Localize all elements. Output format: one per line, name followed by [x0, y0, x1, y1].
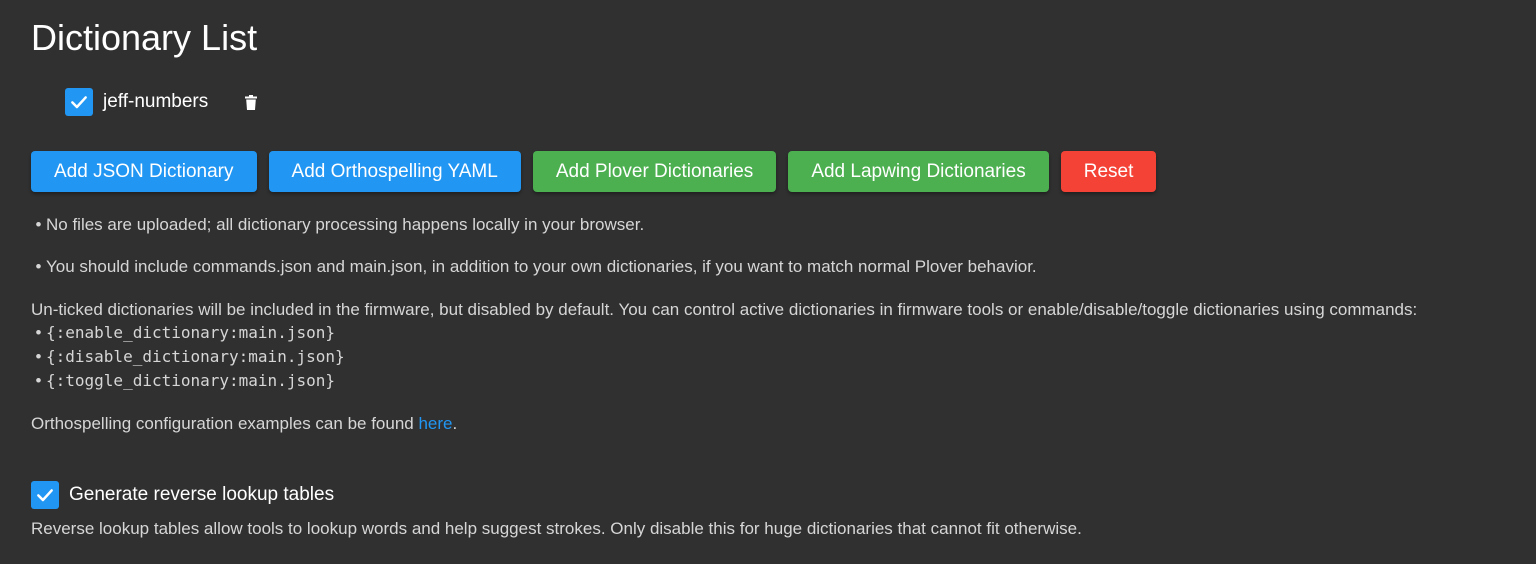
note-include-commands: • You should include commands.json and ma…	[31, 256, 1037, 278]
trash-icon	[245, 94, 258, 110]
reverse-lookup-option: Generate reverse lookup tables	[31, 481, 334, 509]
bullet: •	[35, 215, 42, 234]
dictionary-name: jeff-numbers	[103, 91, 209, 112]
reverse-lookup-checkbox[interactable]	[31, 481, 59, 509]
note-unticked: Un-ticked dictionaries will be included …	[31, 300, 1418, 319]
note-no-upload-text: No files are uploaded; all dictionary pr…	[46, 215, 645, 234]
orthospelling-note-suffix: .	[452, 414, 458, 433]
bullet: •	[35, 347, 42, 366]
command-text: {:enable_dictionary:main.json}	[46, 323, 335, 342]
delete-dictionary-button[interactable]	[244, 94, 258, 110]
page-title: Dictionary List	[31, 17, 258, 58]
orthospelling-examples-link[interactable]: here	[418, 414, 452, 433]
command-item: • {:enable_dictionary:main.json}	[31, 321, 335, 345]
add-orthospelling-yaml-button[interactable]: Add Orthospelling YAML	[268, 151, 521, 192]
add-plover-dictionaries-button[interactable]: Add Plover Dictionaries	[532, 151, 777, 192]
command-text: {:toggle_dictionary:main.json}	[46, 371, 335, 390]
note-include-commands-text: You should include commands.json and mai…	[46, 257, 1037, 276]
check-icon	[71, 96, 87, 109]
orthospelling-note: Orthospelling configuration examples can…	[31, 413, 457, 435]
dictionary-page: Dictionary List jeff-numbers Add JSON Di…	[0, 0, 1536, 564]
bullet: •	[35, 371, 42, 390]
orthospelling-note-prefix: Orthospelling configuration examples can…	[31, 414, 419, 433]
bullet: •	[35, 323, 42, 342]
add-json-dictionary-button[interactable]: Add JSON Dictionary	[31, 151, 257, 192]
reverse-lookup-description: Reverse lookup tables allow tools to loo…	[31, 519, 1082, 538]
command-text: {:disable_dictionary:main.json}	[46, 347, 345, 366]
action-buttons: Add JSON Dictionary Add Orthospelling YA…	[31, 151, 1157, 192]
bullet: •	[35, 257, 42, 276]
reset-button[interactable]: Reset	[1060, 151, 1157, 192]
dictionary-enabled-checkbox[interactable]	[65, 88, 93, 116]
add-lapwing-dictionaries-button[interactable]: Add Lapwing Dictionaries	[788, 151, 1049, 192]
check-icon	[37, 489, 53, 502]
dictionary-item: jeff-numbers	[65, 88, 258, 116]
note-no-upload: • No files are uploaded; all dictionary p…	[31, 214, 645, 236]
command-item: • {:toggle_dictionary:main.json}	[31, 369, 335, 393]
command-item: • {:disable_dictionary:main.json}	[31, 345, 345, 369]
reverse-lookup-label: Generate reverse lookup tables	[69, 484, 335, 505]
